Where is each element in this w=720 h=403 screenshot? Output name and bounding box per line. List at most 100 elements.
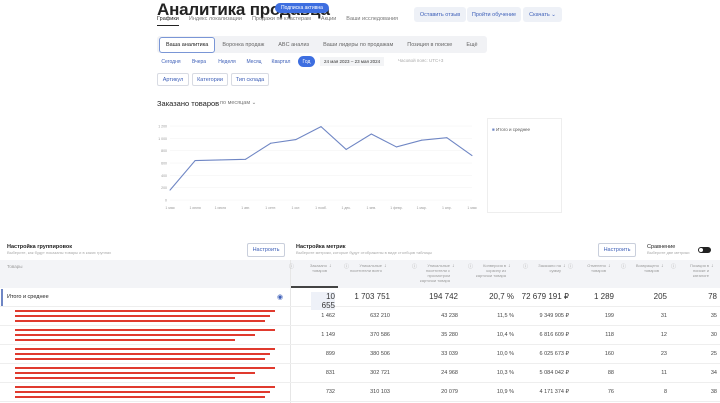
date-range-picker[interactable]: 24 мая 2023 – 23 мая 2024 <box>320 57 385 66</box>
filter-categories[interactable]: Категории <box>192 73 228 86</box>
column-header[interactable]: Уникальные посетители с просмотром карто… <box>418 263 450 283</box>
period-month[interactable]: Месяц <box>243 56 265 67</box>
section-search-position[interactable]: Позиция в поиске <box>400 42 459 48</box>
info-icon[interactable]: ⓘ <box>671 263 676 270</box>
column-header[interactable]: Отменено товаров <box>574 263 606 273</box>
y-tick-label: 1 200 <box>158 125 167 129</box>
table-cell: 76 <box>607 389 614 395</box>
section-leaders[interactable]: Ваши лидеры по продажам <box>316 42 400 48</box>
feedback-button[interactable]: Оставить отзыв <box>414 7 466 22</box>
tab-localization[interactable]: Индекс локализации <box>189 16 242 26</box>
redacted-product-name <box>15 396 265 398</box>
configure-metrics-button[interactable]: Настроить <box>598 243 636 257</box>
x-tick-label: 1 нояб. <box>315 206 327 210</box>
sort-arrow-icon[interactable]: ↓ <box>329 263 332 269</box>
series-line <box>169 125 473 191</box>
data-point <box>270 142 272 144</box>
grouping-settings: Настройка группировок Выберите, как буду… <box>7 244 111 255</box>
info-icon[interactable]: ⓘ <box>568 263 573 270</box>
period-year[interactable]: Год <box>298 56 315 67</box>
eye-icon[interactable]: ◉ <box>277 293 283 301</box>
sort-arrow-icon[interactable]: ↓ <box>563 263 566 269</box>
column-header[interactable]: Заказано на сумму <box>529 263 561 273</box>
data-point <box>446 137 448 139</box>
tab-promos[interactable]: Акции <box>321 16 336 26</box>
redacted-product-name <box>15 310 275 312</box>
info-icon[interactable]: ⓘ <box>621 263 626 270</box>
chevron-down-icon: ⌄ <box>251 100 257 106</box>
table-cell: 33 039 <box>441 351 458 357</box>
period-quarter[interactable]: Квартал <box>267 56 295 67</box>
section-abc[interactable]: ABC анализ <box>271 42 316 48</box>
period-yesterday[interactable]: Вчера <box>187 56 211 67</box>
grouping-subtitle: Выберите, как будут показаны товары и в … <box>7 250 112 255</box>
sort-arrow-icon[interactable]: ↓ <box>384 263 387 269</box>
grouping-select[interactable]: по месяцам ⌄ <box>220 100 256 106</box>
sort-arrow-icon[interactable]: ↓ <box>508 263 511 269</box>
data-point <box>245 158 246 160</box>
x-tick-label: 1 авг. <box>241 206 250 210</box>
configure-grouping-button[interactable]: Настроить <box>247 243 285 257</box>
redacted-product-name <box>15 353 270 355</box>
filter-warehouse-type[interactable]: Тип склада <box>231 73 269 86</box>
data-point <box>370 133 372 135</box>
period-today[interactable]: Сегодня <box>157 56 185 67</box>
column-header[interactable]: Уникальные посетители всего <box>350 263 382 273</box>
table-cell: 38 <box>710 389 717 395</box>
x-tick-label: 1 мая <box>165 206 174 210</box>
period-week[interactable]: Неделя <box>213 56 241 67</box>
sort-arrow-icon[interactable]: ↓ <box>711 263 714 269</box>
info-icon[interactable]: ⓘ <box>523 263 528 270</box>
column-header[interactable]: Возвращено товаров <box>627 263 659 273</box>
x-tick-label: 1 июня <box>190 206 201 210</box>
info-icon[interactable]: ⓘ <box>412 263 417 270</box>
column-header[interactable]: Позиция в поиске и каталоге <box>677 263 709 278</box>
chevron-down-icon: ⌄ <box>549 11 556 18</box>
data-point <box>421 139 423 141</box>
table-cell: 34 <box>710 370 717 376</box>
data-point <box>396 146 397 148</box>
compare-toggle[interactable] <box>698 247 711 253</box>
tab-charts[interactable]: Графики <box>157 16 179 26</box>
sort-arrow-icon[interactable]: ↓ <box>661 263 664 269</box>
redacted-product-name <box>15 391 270 393</box>
section-funnel[interactable]: Воронка продаж <box>215 42 271 48</box>
table-cell: 632 210 <box>370 313 390 319</box>
data-point <box>345 148 347 150</box>
total-cell: 78 <box>708 292 717 301</box>
chart-legend: ■ Итого и среднее <box>487 118 562 213</box>
total-cell: 1 289 <box>593 292 614 301</box>
download-button[interactable]: Скачать ⌄ <box>523 7 562 22</box>
filter-article[interactable]: Артикул <box>157 73 189 86</box>
table-cell: 30 <box>710 332 717 338</box>
column-header[interactable]: Конверсия в корзину из карточки товара <box>474 263 506 278</box>
sort-arrow-icon[interactable]: ↓ <box>452 263 455 269</box>
table-cell: 899 <box>325 351 335 357</box>
section-more[interactable]: Ещё <box>459 42 484 48</box>
y-tick-label: 800 <box>161 149 167 153</box>
section-analytics[interactable]: Ваша аналитика <box>159 36 216 53</box>
column-header[interactable]: Заказано товаров <box>295 263 327 273</box>
info-icon[interactable]: ⓘ <box>344 263 349 270</box>
data-point <box>471 155 473 157</box>
tab-research[interactable]: Ваши исследования <box>346 16 398 26</box>
sort-arrow-icon[interactable]: ↓ <box>608 263 611 269</box>
data-point <box>219 159 221 161</box>
redacted-product-name <box>15 315 270 317</box>
legend-item: Итого и среднее <box>495 127 531 132</box>
info-icon[interactable]: ⓘ <box>468 263 473 270</box>
table-cell: 380 506 <box>370 351 390 357</box>
total-marker <box>1 289 3 306</box>
data-point <box>169 189 171 191</box>
tab-clusters[interactable]: Продажи по кластерам <box>252 16 311 26</box>
table-cell: 118 <box>605 332 614 338</box>
redacted-product-name <box>15 348 275 350</box>
redacted-product-name <box>15 386 275 388</box>
redacted-product-name <box>15 320 265 322</box>
table-cell: 25 <box>710 351 717 357</box>
y-tick-label: 1 000 <box>158 137 167 141</box>
table-cell: 10,4 % <box>496 332 514 338</box>
info-icon[interactable]: ⓘ <box>289 263 294 270</box>
x-tick-label: 1 апр. <box>442 206 452 210</box>
training-button[interactable]: Пройти обучение <box>467 7 521 22</box>
